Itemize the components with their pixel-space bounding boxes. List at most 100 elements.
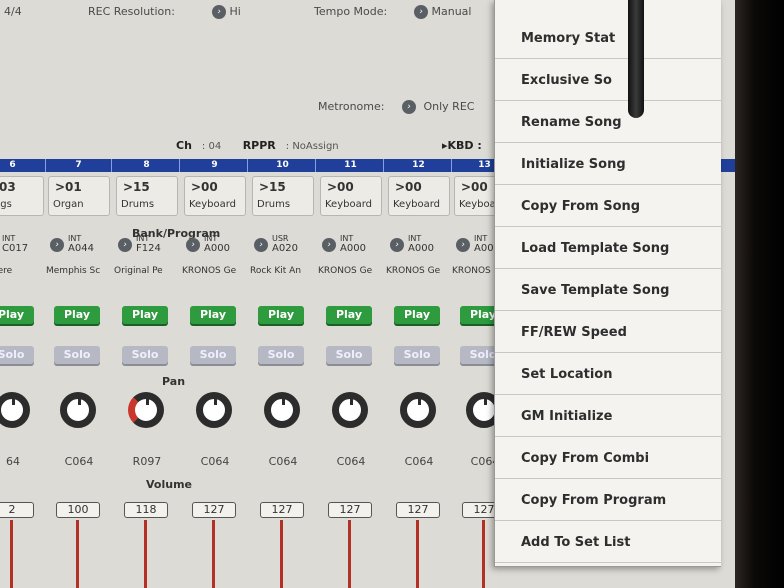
chevron-right-icon: ›	[118, 238, 132, 252]
track-column: >15 Drums › USR A020 Rock Kit An Play Solo C064 1…	[250, 172, 316, 588]
ch-value: : 04	[201, 141, 222, 152]
bank-type: INT	[68, 234, 82, 243]
solo-button[interactable]: Solo	[394, 346, 440, 364]
bank-type: USR	[272, 234, 289, 243]
program-category: Keyboard	[189, 199, 237, 210]
pan-knob[interactable]	[128, 392, 164, 428]
menu-item-label: GM Initialize	[521, 409, 613, 424]
menu-item[interactable]: Save Template Song	[495, 270, 721, 311]
menu-item[interactable]: Load Template Song	[495, 228, 721, 269]
chevron-right-icon: ›	[322, 238, 336, 252]
solo-button[interactable]: Solo	[258, 346, 304, 364]
play-button[interactable]: Play	[394, 306, 440, 324]
ch-label: Ch	[176, 139, 192, 152]
program-name: Rock Kit An	[250, 266, 302, 276]
program-select[interactable]: >00 Keyboard	[388, 176, 450, 216]
pan-knob[interactable]	[332, 392, 368, 428]
pan-knob[interactable]	[196, 392, 232, 428]
bank-select[interactable]: ›INTC017	[0, 232, 46, 260]
chevron-right-icon: ›	[456, 238, 470, 252]
program-select[interactable]: >01 Organ	[48, 176, 110, 216]
menu-item-label: Load Template Song	[521, 241, 670, 256]
play-button[interactable]: Play	[326, 306, 372, 324]
page-indicator: 4/4	[4, 5, 22, 18]
play-button[interactable]: Play	[0, 306, 34, 324]
chevron-right-icon: ›	[254, 238, 268, 252]
track-column: >00 Keyboard › INT A000 KRONOS Ge Play Solo C064…	[318, 172, 384, 588]
touch-screen: 4/4 REC Resolution: › Hi Tempo Mode: › M…	[0, 0, 740, 588]
tempo-mode-select[interactable]: › Manual	[414, 5, 471, 19]
play-button[interactable]: Play	[54, 306, 100, 324]
bank-select[interactable]: › INT A044	[46, 232, 112, 260]
bank-code: A00	[474, 243, 494, 254]
pan-knob[interactable]	[400, 392, 436, 428]
program-number: >00	[327, 180, 354, 194]
fader-track	[144, 520, 147, 588]
play-button[interactable]: Play	[190, 306, 236, 324]
menu-item[interactable]: Initialize Song	[495, 144, 721, 185]
menu-item[interactable]: FF/REW Speed	[495, 312, 721, 353]
track-column: >03 rings ›INTC017 o Stere Play Solo 64 2	[0, 172, 46, 588]
rec-resolution-select[interactable]: › Hi	[212, 5, 241, 19]
program-category: Keyboard	[393, 199, 441, 210]
program-select[interactable]: >00 Keyboard	[184, 176, 246, 216]
volume-fader[interactable]: 127	[260, 502, 304, 518]
pan-knob[interactable]	[264, 392, 300, 428]
bank-select[interactable]: › INT A000	[182, 232, 248, 260]
program-name: Original Pe	[114, 266, 163, 276]
metronome-value[interactable]: Only REC	[423, 100, 474, 113]
menu-item[interactable]: Copy From Song	[495, 186, 721, 227]
bank-select[interactable]: › INT A000	[318, 232, 384, 260]
solo-button[interactable]: Solo	[190, 346, 236, 364]
volume-fader[interactable]: 2	[0, 502, 34, 518]
menu-item[interactable]: Rename Song	[495, 102, 721, 143]
menu-item[interactable]: GM Initialize	[495, 396, 721, 437]
menu-item[interactable]: Exclusive So	[495, 60, 721, 101]
track-number: 8	[114, 159, 180, 172]
chevron-right-icon: ›	[390, 238, 404, 252]
play-button[interactable]: Play	[258, 306, 304, 324]
volume-fader[interactable]: 100	[56, 502, 100, 518]
menu-item-label: Copy From Song	[521, 199, 641, 214]
volume-fader[interactable]: 127	[328, 502, 372, 518]
bank-select[interactable]: › INT A000	[386, 232, 452, 260]
volume-fader[interactable]: 127	[396, 502, 440, 518]
menu-item[interactable]: Add To Set List	[495, 522, 721, 563]
volume-fader[interactable]: 127	[192, 502, 236, 518]
rec-resolution-label: REC Resolution:	[88, 5, 175, 18]
program-select[interactable]: >15 Drums	[116, 176, 178, 216]
track-column: >00 Keyboard › INT A000 KRONOS Ge Play Solo C064…	[386, 172, 452, 588]
menu-item[interactable]: Set Location	[495, 354, 721, 395]
kbd-indicator[interactable]: ▸KBD :	[442, 139, 482, 152]
track-number: 7	[46, 159, 112, 172]
program-category: Drums	[121, 199, 155, 210]
pan-knob[interactable]	[0, 392, 30, 428]
menu-item[interactable]: Copy From Program	[495, 480, 721, 521]
program-category: Organ	[53, 199, 84, 210]
stylus	[628, 0, 644, 118]
pan-knob[interactable]	[60, 392, 96, 428]
pan-value: C064	[336, 455, 366, 468]
chevron-right-icon[interactable]: ›	[401, 100, 416, 114]
fader-track	[482, 520, 485, 588]
fader-track	[212, 520, 215, 588]
solo-button[interactable]: Solo	[54, 346, 100, 364]
bank-select[interactable]: › USR A020	[250, 232, 316, 260]
program-select[interactable]: >00 Keyboard	[320, 176, 382, 216]
track-column: >01 Organ › INT A044 Memphis Sc Play Solo C064 10…	[46, 172, 112, 588]
bank-select[interactable]: › INT F124	[114, 232, 180, 260]
pan-value: R097	[132, 455, 162, 468]
bank-type: INT	[408, 234, 422, 243]
program-select[interactable]: >03 rings	[0, 176, 44, 216]
program-select[interactable]: >15 Drums	[252, 176, 314, 216]
menu-item[interactable]: Copy From Combi	[495, 438, 721, 479]
menu-item-label: Memory Stat	[521, 31, 616, 46]
program-name: KRONOS Ge	[318, 266, 373, 276]
play-button[interactable]: Play	[122, 306, 168, 324]
solo-button[interactable]: Solo	[122, 346, 168, 364]
menu-item[interactable]: Memory Stat	[495, 18, 721, 59]
volume-fader[interactable]: 118	[124, 502, 168, 518]
solo-button[interactable]: Solo	[0, 346, 34, 364]
menu-item-label: Save Template Song	[521, 283, 670, 298]
solo-button[interactable]: Solo	[326, 346, 372, 364]
